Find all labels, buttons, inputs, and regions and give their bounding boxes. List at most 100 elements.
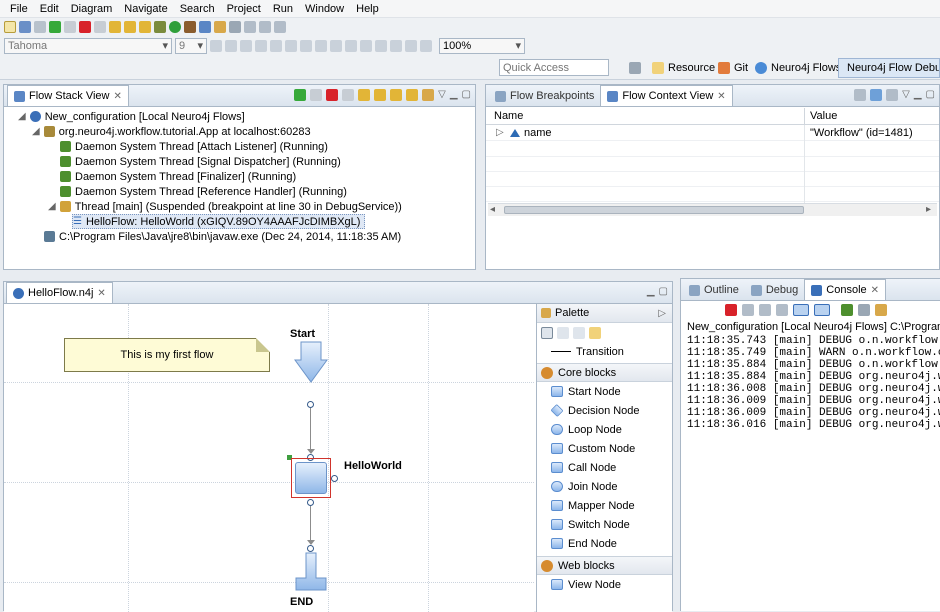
- connector-port[interactable]: [307, 401, 314, 408]
- clear-console-icon[interactable]: [776, 304, 788, 316]
- arrange-icon[interactable]: [345, 40, 357, 52]
- suspend-icon[interactable]: [64, 21, 76, 33]
- show-logical-icon[interactable]: [870, 89, 883, 101]
- disconnect-icon[interactable]: [342, 89, 355, 101]
- perspective-git[interactable]: Git: [718, 59, 748, 77]
- transition-line[interactable]: [310, 408, 311, 453]
- connector-port[interactable]: [331, 475, 338, 482]
- zoom-in-icon[interactable]: [390, 40, 402, 52]
- auto-size-icon[interactable]: [375, 40, 387, 52]
- external-tools-icon[interactable]: [184, 21, 196, 33]
- annotation-icon[interactable]: [244, 21, 256, 33]
- tab-outline[interactable]: Outline: [683, 280, 745, 300]
- select-all-icon[interactable]: [330, 40, 342, 52]
- arrow-style-icon[interactable]: [300, 40, 312, 52]
- resume-icon[interactable]: [49, 21, 61, 33]
- tree-row-process[interactable]: C:\Program Files\Java\jre8\bin\javaw.exe…: [44, 229, 401, 244]
- word-wrap-icon[interactable]: [814, 304, 830, 316]
- perspective-neuro4j-flows[interactable]: Neuro4j Flows: [755, 59, 841, 77]
- maximize-icon[interactable]: ▢: [659, 286, 668, 297]
- menu-search[interactable]: Search: [174, 3, 221, 15]
- italic-icon[interactable]: [225, 40, 237, 52]
- transition-line[interactable]: [310, 506, 311, 544]
- collapse-all-icon[interactable]: [886, 89, 899, 101]
- tab-flow-context-view[interactable]: Flow Context View ✕: [600, 85, 733, 106]
- diagram-canvas[interactable]: This is my first flow Start HelloWorld E…: [4, 304, 534, 612]
- column-header-value[interactable]: Value: [810, 110, 837, 122]
- remove-all-icon[interactable]: [759, 304, 771, 316]
- pin-console-icon[interactable]: [841, 304, 853, 316]
- palette-group-core[interactable]: Core blocks: [537, 363, 672, 382]
- close-icon[interactable]: ✕: [871, 285, 879, 296]
- close-icon[interactable]: ✕: [717, 91, 725, 102]
- suspend-icon[interactable]: [310, 89, 323, 101]
- font-size-select[interactable]: 9: [175, 38, 207, 54]
- open-console-icon[interactable]: [875, 304, 887, 316]
- menu-diagram[interactable]: Diagram: [65, 3, 119, 15]
- forward-icon[interactable]: [274, 21, 286, 33]
- step-over-icon[interactable]: [124, 21, 136, 33]
- close-icon[interactable]: ✕: [114, 91, 122, 102]
- connector-port[interactable]: [307, 499, 314, 506]
- collapse-arrow-icon[interactable]: ◢: [32, 126, 40, 137]
- terminate-icon[interactable]: [725, 304, 737, 316]
- palette-item-start-node[interactable]: Start Node: [537, 382, 672, 401]
- back-icon[interactable]: [259, 21, 271, 33]
- menu-project[interactable]: Project: [221, 3, 267, 15]
- menu-window[interactable]: Window: [299, 3, 350, 15]
- helloworld-node[interactable]: [291, 458, 331, 498]
- resume-icon[interactable]: [294, 89, 307, 101]
- palette-item-decision-node[interactable]: Decision Node: [537, 401, 672, 420]
- line-style-icon[interactable]: [285, 40, 297, 52]
- collapse-arrow-icon[interactable]: ◢: [48, 201, 56, 212]
- folder-icon[interactable]: [589, 326, 601, 339]
- palette-item-switch-node[interactable]: Switch Node: [537, 515, 672, 534]
- drop-to-frame-icon[interactable]: [406, 89, 419, 101]
- step-return-icon[interactable]: [390, 89, 403, 101]
- connector-port[interactable]: [307, 545, 314, 552]
- scroll-lock-icon[interactable]: [793, 304, 809, 316]
- palette-item-view-node[interactable]: View Node: [537, 575, 672, 594]
- save-icon[interactable]: [19, 21, 31, 33]
- terminate-icon[interactable]: [79, 21, 91, 33]
- align-icon[interactable]: [360, 40, 372, 52]
- palette-item-join-node[interactable]: Join Node: [537, 477, 672, 496]
- tab-helloflow[interactable]: HelloFlow.n4j ✕: [6, 282, 113, 303]
- expand-arrow-icon[interactable]: ▷: [496, 127, 504, 138]
- collapse-arrow-icon[interactable]: ◢: [18, 111, 26, 122]
- start-node[interactable]: [294, 341, 328, 383]
- new-icon[interactable]: [4, 21, 16, 33]
- tree-row-thread[interactable]: Daemon System Thread [Finalizer] (Runnin…: [60, 169, 296, 184]
- search-icon[interactable]: [214, 21, 226, 33]
- context-table-row[interactable]: ▷ name "Workflow" (id=1481): [486, 126, 939, 141]
- console-output[interactable]: 11:18:35.743 [main] DEBUG o.n.workflow.c…: [687, 335, 940, 431]
- collapse-palette-icon[interactable]: ▷: [658, 308, 666, 319]
- menu-file[interactable]: File: [4, 3, 34, 15]
- zoom-out-icon[interactable]: [573, 326, 585, 339]
- open-task-icon[interactable]: [229, 21, 241, 33]
- tab-debug[interactable]: Debug: [745, 280, 804, 300]
- minimize-icon[interactable]: ▁: [647, 286, 655, 297]
- open-type-icon[interactable]: [199, 21, 211, 33]
- route-icon[interactable]: [420, 40, 432, 52]
- tree-row-main-thread[interactable]: ◢ Thread [main] (Suspended (breakpoint a…: [48, 199, 402, 214]
- quick-access-input[interactable]: [499, 59, 609, 76]
- palette-transition[interactable]: Transition: [537, 342, 672, 361]
- scroll-thumb[interactable]: [504, 206, 804, 214]
- show-type-names-icon[interactable]: [854, 89, 867, 101]
- font-color-icon[interactable]: [240, 40, 252, 52]
- maximize-icon[interactable]: ▢: [926, 89, 935, 101]
- end-node[interactable]: [294, 552, 328, 592]
- scroll-right-icon[interactable]: ▸: [926, 204, 931, 215]
- palette-group-web[interactable]: Web blocks: [537, 556, 672, 575]
- maximize-icon[interactable]: ▢: [462, 89, 471, 101]
- column-header-name[interactable]: Name: [494, 110, 523, 122]
- fill-color-icon[interactable]: [255, 40, 267, 52]
- perspective-neuro4j-flow-debug[interactable]: Neuro4j Flow Debu: [838, 58, 940, 78]
- palette-item-custom-node[interactable]: Custom Node: [537, 439, 672, 458]
- step-into-icon[interactable]: [358, 89, 371, 101]
- perspective-resource[interactable]: Resource: [652, 59, 715, 77]
- disconnect-icon[interactable]: [94, 21, 106, 33]
- tree-row-thread[interactable]: Daemon System Thread [Attach Listener] (…: [60, 139, 328, 154]
- use-step-filters-icon[interactable]: [422, 89, 435, 101]
